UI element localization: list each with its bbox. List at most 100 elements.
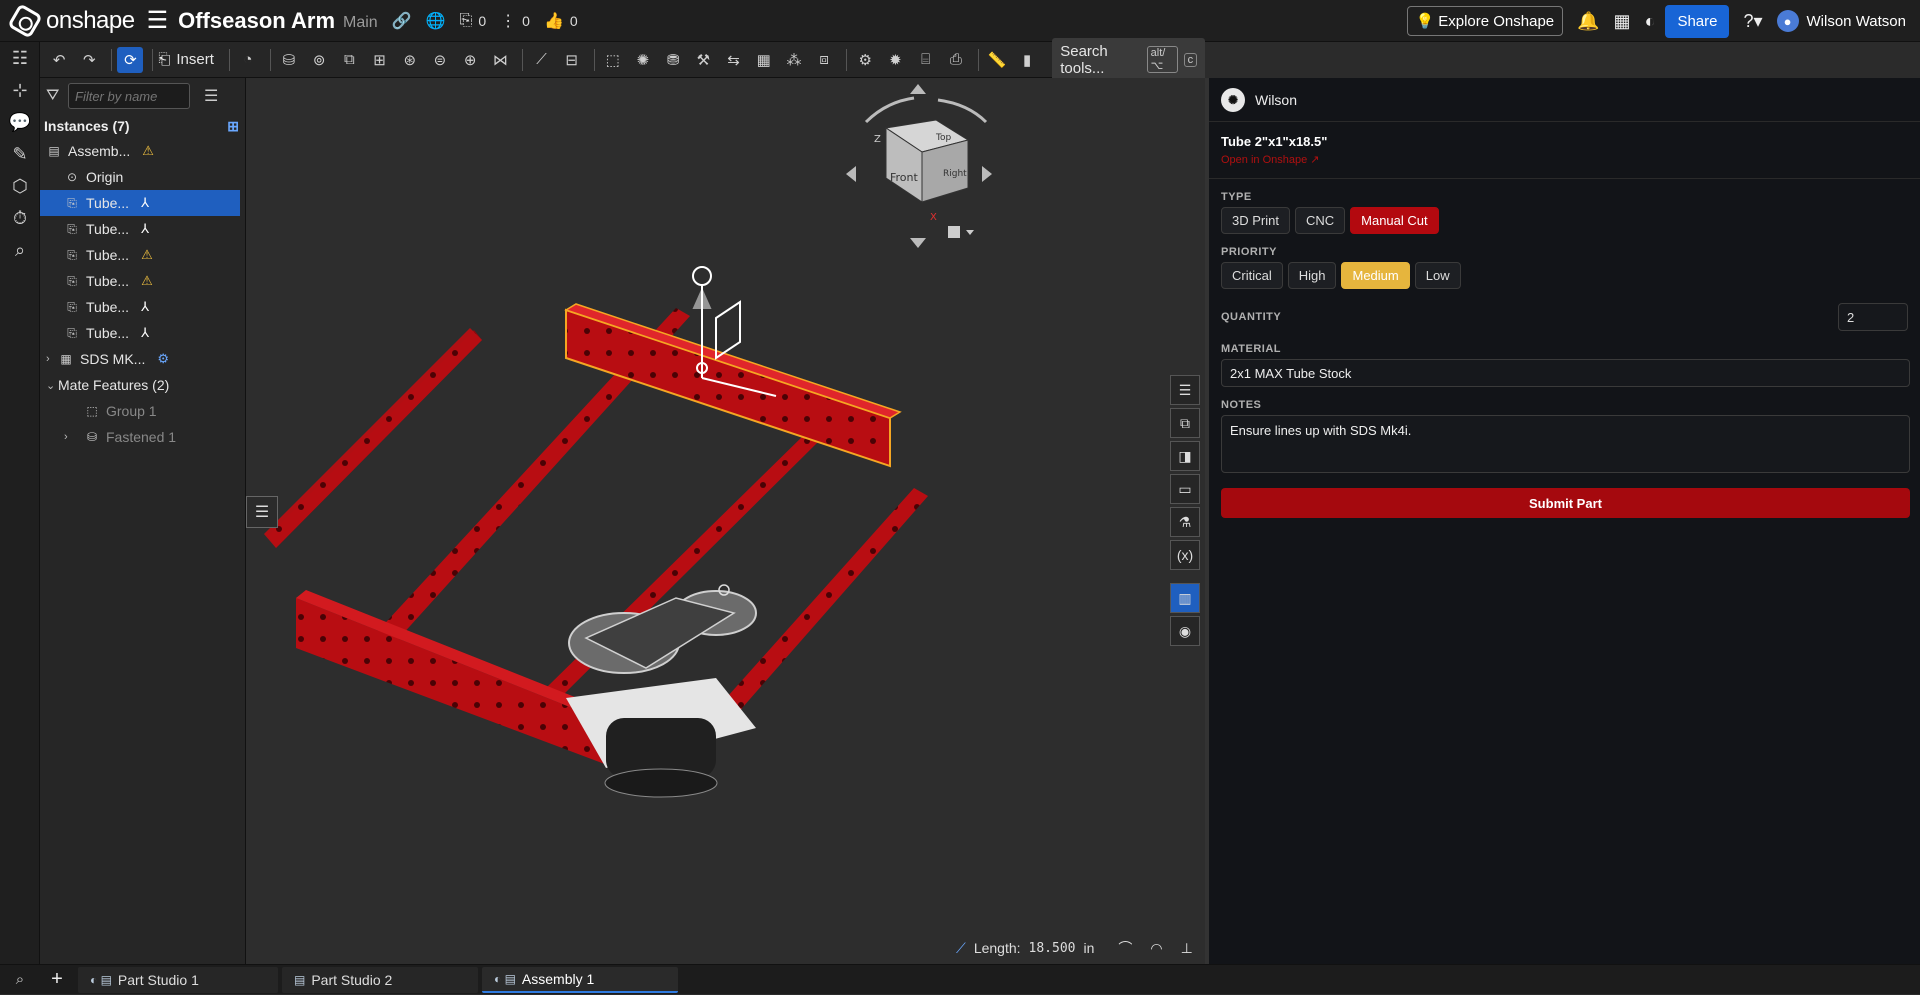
explore-onshape-button[interactable]: 💡 Explore Onshape <box>1406 6 1564 36</box>
user-avatar-icon[interactable]: ● <box>1776 10 1799 32</box>
filter-input[interactable] <box>68 83 190 109</box>
linear-relation-icon[interactable]: ⇆ <box>720 47 746 73</box>
submit-part-button[interactable]: Submit Part <box>1221 488 1910 518</box>
tree-item-tube[interactable]: ⎘ Tube... ⅄ <box>40 216 245 242</box>
rotate-right-icon[interactable] <box>982 166 992 182</box>
search-icon[interactable]: ⌕ <box>0 234 40 266</box>
tree-item-tube[interactable]: ⎘ Tube... ⅄ <box>40 190 240 216</box>
width-mate-icon[interactable]: ⊟ <box>559 47 585 73</box>
rotate-cw-icon[interactable] <box>937 98 988 124</box>
explode-view-icon[interactable]: ✹ <box>882 47 908 73</box>
hamburger-menu-icon[interactable]: ☰ <box>147 6 169 35</box>
settings-gear-icon[interactable]: ⚙ <box>852 47 878 73</box>
cube-front-label[interactable]: Front <box>890 171 919 184</box>
mass-properties-icon[interactable]: ▮ <box>1014 47 1040 73</box>
notes-textarea[interactable]: Ensure lines up with SDS Mk4i. <box>1221 415 1910 473</box>
new-folder-icon[interactable]: ⊞ <box>227 118 239 135</box>
toggle-panel-icon[interactable]: ☰ <box>246 496 278 528</box>
tree-item-tube[interactable]: ⎘ Tube... ⚠ <box>40 242 245 268</box>
search-tools-input[interactable]: Search tools... alt/⌥ c <box>1052 37 1206 82</box>
app-panel-icon[interactable]: ▥ <box>1170 583 1200 613</box>
help-icon[interactable]: ?▾ <box>1743 11 1762 32</box>
distance-icon[interactable]: ⌒ <box>1118 938 1132 958</box>
tab-part-studio-1[interactable]: ◐ ▤ Part Studio 1 <box>78 966 278 993</box>
history-icon[interactable]: ⏱ <box>0 202 40 234</box>
chevron-right-icon[interactable]: › <box>46 353 58 365</box>
tree-item-tube[interactable]: ⎘ Tube... ⅄ <box>40 294 245 320</box>
branch-name[interactable]: Main <box>343 14 378 32</box>
tab-part-studio-2[interactable]: ▤ Part Studio 2 <box>282 966 478 993</box>
notifications-bell-icon[interactable]: 🔔 <box>1577 11 1599 32</box>
learning-center-icon[interactable]: ◐ <box>1645 11 1656 32</box>
priority-option-low[interactable]: Low <box>1414 262 1461 289</box>
tree-item-mate-features[interactable]: ⌄ Mate Features (2) <box>40 372 245 398</box>
mate-connector-icon[interactable]: ◔ <box>235 47 261 73</box>
share-button[interactable]: Share <box>1665 4 1730 38</box>
variables-icon[interactable]: (x) <box>1170 540 1200 570</box>
insert-button[interactable]: ⎗ Insert <box>158 51 214 68</box>
redo-icon[interactable]: ↷ <box>76 47 102 73</box>
tree-item-tube[interactable]: ⎘ Tube... ⚠ <box>40 268 245 294</box>
mirror-icon[interactable]: ⧈ <box>811 47 837 73</box>
undo-icon[interactable]: ↶ <box>46 47 72 73</box>
document-title[interactable]: Offseason Arm <box>178 8 335 34</box>
priority-option-critical[interactable]: Critical <box>1221 262 1283 289</box>
screw-relation-icon[interactable]: ⚒ <box>690 47 716 73</box>
angle-icon[interactable]: ◠ <box>1150 940 1162 957</box>
priority-option-medium[interactable]: Medium <box>1341 262 1410 289</box>
tree-item-assembly[interactable]: ▤ Assemb... ⚠ <box>40 138 245 164</box>
revolute-mate-icon[interactable]: ⊚ <box>306 47 332 73</box>
feature-list-icon[interactable]: ☷ <box>0 42 40 74</box>
appearance-icon[interactable]: ◨ <box>1170 441 1200 471</box>
pattern-icon[interactable]: ⁂ <box>781 47 807 73</box>
3d-model-render[interactable]: Top Front Right Z X <box>246 78 1205 964</box>
type-option-3d-print[interactable]: 3D Print <box>1221 207 1290 234</box>
onshape-logo[interactable]: onshape <box>7 2 135 39</box>
animation-icon[interactable]: ▭ <box>1170 474 1200 504</box>
add-tab-icon[interactable]: + <box>40 965 74 995</box>
tree-item-origin[interactable]: ⊙ Origin <box>40 164 245 190</box>
comments-icon[interactable]: 💬 <box>0 106 40 138</box>
rotate-ccw-icon[interactable] <box>864 96 915 124</box>
configurations-icon[interactable]: ⚗ <box>1170 507 1200 537</box>
view-options-icon[interactable] <box>948 226 960 238</box>
tree-item-tube[interactable]: ⎘ Tube... ⅄ <box>40 320 245 346</box>
slider-mate-icon[interactable]: ⧉ <box>336 47 362 73</box>
tab-assembly-1[interactable]: ◐ ▤ Assembly 1 <box>482 966 678 993</box>
bom-icon[interactable]: ⧉ <box>1170 408 1200 438</box>
view-cube[interactable]: Top Front Right Z X <box>846 84 992 248</box>
tab-search-icon[interactable]: ⌕ <box>0 965 40 995</box>
chevron-down-icon[interactable]: ⌄ <box>46 379 58 392</box>
tree-item-sds-module[interactable]: › ▦ SDS MK... ⚙ <box>40 346 245 372</box>
rotate-up-icon[interactable] <box>910 84 926 94</box>
quantity-input[interactable] <box>1838 303 1908 331</box>
view-options-chevron-icon[interactable] <box>966 230 974 235</box>
gear-relation-icon[interactable]: ✺ <box>630 47 656 73</box>
tree-item-group[interactable]: ⬚ Group 1 <box>40 398 245 424</box>
link-icon[interactable]: 🔗 <box>392 11 412 31</box>
tangent-mate-icon[interactable]: ⟋ <box>528 47 554 73</box>
group-icon[interactable]: ⬚ <box>600 47 626 73</box>
tree-item-fastened[interactable]: › ⛁ Fastened 1 <box>40 424 245 450</box>
properties-icon[interactable]: ✎ <box>0 138 40 170</box>
cylindrical-mate-icon[interactable]: ⊛ <box>397 47 423 73</box>
add-feature-icon[interactable]: ⊹ <box>0 74 40 106</box>
chevron-right-icon[interactable]: › <box>64 431 76 443</box>
parts-icon[interactable]: ⬡ <box>0 170 40 202</box>
measure-icon[interactable]: 📏 <box>984 47 1010 73</box>
globe-icon[interactable]: 🌐 <box>426 11 446 31</box>
fastened-mate-icon[interactable]: ⛁ <box>276 47 302 73</box>
section-view-icon[interactable]: ⌸ <box>913 47 939 73</box>
replicate-icon[interactable]: ▦ <box>751 47 777 73</box>
named-views-icon[interactable]: ⎙ <box>943 47 969 73</box>
user-menu[interactable]: Wilson Watson <box>1807 13 1906 30</box>
tube-part[interactable] <box>264 328 482 548</box>
app-store-icon[interactable]: ▦ <box>1614 11 1631 32</box>
cube-top-label[interactable]: Top <box>935 133 951 143</box>
ball-mate-icon[interactable]: ⊕ <box>457 47 483 73</box>
properties-panel-icon[interactable]: ☰ <box>1170 375 1200 405</box>
versions-button[interactable]: ⎘ 0 <box>460 12 487 30</box>
like-button[interactable]: 👍 0 <box>544 11 578 31</box>
planar-mate-icon[interactable]: ⊞ <box>366 47 392 73</box>
type-option-manual-cut[interactable]: Manual Cut <box>1350 207 1439 234</box>
